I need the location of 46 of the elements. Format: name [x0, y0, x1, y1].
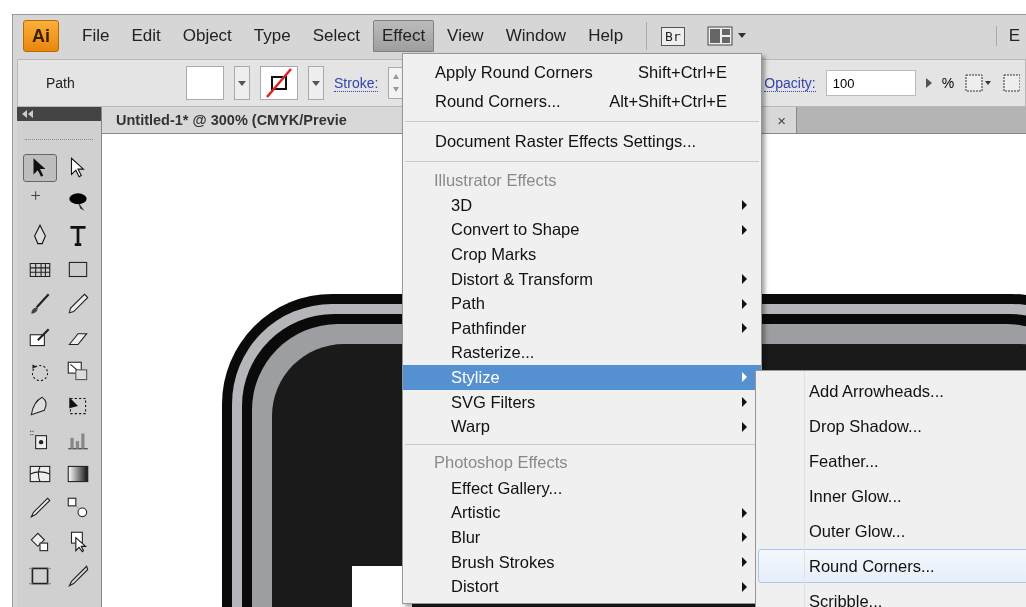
menu-item[interactable]: Round Corners... Alt+Shift+Ctrl+E [403, 87, 761, 116]
dropdown-icon[interactable] [308, 66, 324, 100]
menu-section-header: Illustrator Effects [433, 169, 558, 191]
selection-label: Path [46, 75, 76, 91]
menu-item[interactable]: Feather... [758, 444, 1026, 478]
menu-item[interactable]: Round Corners... [758, 549, 1026, 583]
menu-item[interactable]: Crop Marks [403, 242, 761, 267]
opacity-label[interactable]: Opacity: [764, 74, 816, 92]
percent-label: % [941, 75, 955, 91]
collapse-icon[interactable] [21, 109, 35, 119]
menu-item[interactable]: Window [496, 20, 576, 52]
menu-item[interactable]: Select [303, 20, 369, 52]
menu-item[interactable]: Convert to Shape [403, 217, 761, 243]
play-icon[interactable] [925, 78, 932, 88]
selection-tool-icon[interactable] [23, 154, 57, 182]
align-icon[interactable] [1002, 73, 1021, 93]
menu-item[interactable]: Distort & Transform [403, 266, 761, 292]
app-logo: Ai [23, 20, 59, 52]
menu-item[interactable]: Edit [122, 20, 170, 52]
dropdown-icon[interactable] [234, 66, 250, 100]
stroke-label[interactable]: Stroke: [334, 74, 379, 92]
menu-item[interactable]: View [438, 20, 493, 52]
menu-item[interactable]: Outer Glow... [758, 514, 1026, 548]
menu-section-header: Photoshop Effects [433, 452, 569, 474]
menu-item[interactable]: Path [403, 291, 761, 316]
no-stroke-swatch-icon[interactable] [260, 66, 298, 100]
menu-item[interactable]: Pathfinder [403, 315, 761, 341]
menu-item[interactable]: Scribble... [758, 584, 1026, 607]
menu-item[interactable]: Type [244, 20, 300, 52]
menu-item[interactable]: Apply Round Corners Shift+Ctrl+E [403, 58, 761, 87]
bridge-button[interactable]: Br [661, 26, 685, 46]
menu-item[interactable]: Inner Glow... [758, 479, 1026, 513]
opacity-field[interactable]: 100 [825, 70, 916, 96]
workspace-label[interactable]: E [995, 26, 1020, 46]
layout-icon[interactable] [706, 26, 749, 46]
fill-swatch[interactable] [186, 66, 224, 100]
menu-item[interactable]: Drop Shadow... [758, 409, 1026, 443]
menu-item[interactable]: Add Arrowheads... [758, 374, 1026, 408]
menu-item[interactable]: Help [579, 20, 633, 52]
menu-item[interactable]: Object [173, 20, 241, 52]
transform-icon[interactable] [964, 73, 993, 93]
menu-item[interactable]: Effect [372, 20, 435, 52]
menu-item[interactable]: File [73, 20, 119, 52]
menu-item[interactable]: Rasterize... [403, 340, 761, 366]
menu-item[interactable]: 3D [403, 193, 761, 218]
menu-item[interactable]: Document Raster Effects Settings... [403, 127, 761, 156]
